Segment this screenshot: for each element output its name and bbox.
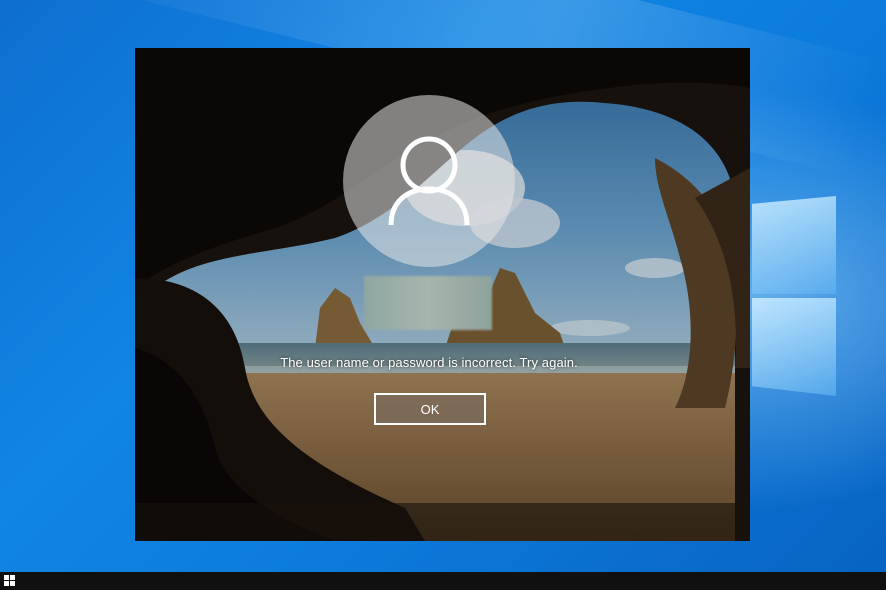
start-icon-pane <box>10 581 15 586</box>
start-icon-pane <box>4 581 9 586</box>
start-icon-pane <box>10 575 15 580</box>
user-name-blurred <box>364 276 492 330</box>
taskbar <box>0 572 886 590</box>
ok-button[interactable]: OK <box>374 393 486 425</box>
start-icon-pane <box>4 575 9 580</box>
lock-screen-window: The user name or password is incorrect. … <box>135 48 750 541</box>
windows-start-icon[interactable] <box>4 575 16 587</box>
windows-logo-pane-bottom <box>752 298 836 396</box>
user-icon <box>388 136 470 226</box>
user-avatar <box>343 95 515 267</box>
error-message: The user name or password is incorrect. … <box>280 355 578 370</box>
windows-logo-pane-top <box>752 196 836 294</box>
